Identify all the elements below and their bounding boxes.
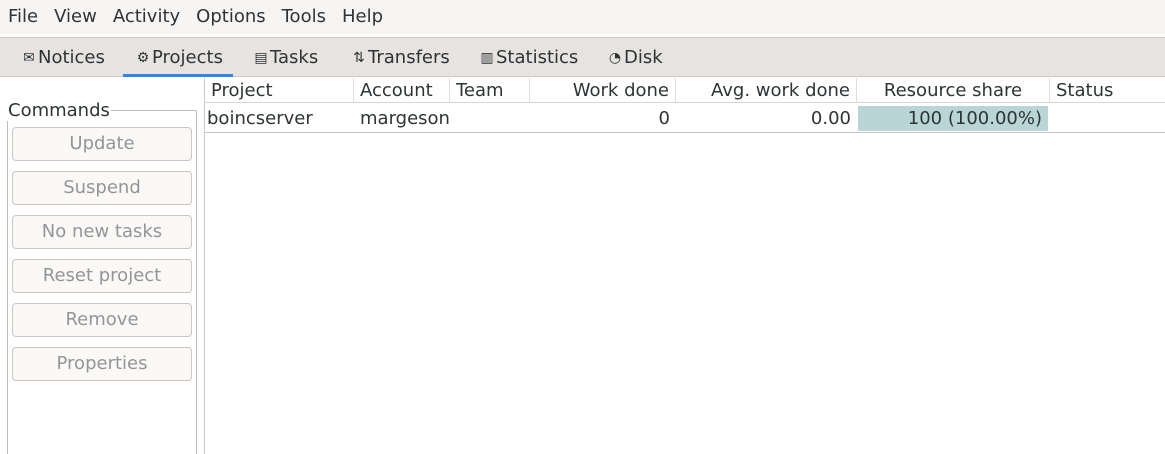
- projects-table: Project Account Team Work done Avg. work…: [205, 78, 1165, 454]
- menu-tools[interactable]: Tools: [274, 0, 334, 34]
- menu-options[interactable]: Options: [188, 0, 273, 34]
- tab-transfers[interactable]: ⇅ Transfers: [351, 38, 450, 76]
- tab-notices-label: Notices: [38, 47, 105, 68]
- tab-disk-label: Disk: [624, 47, 663, 68]
- cell-team: [450, 105, 530, 132]
- menu-help[interactable]: Help: [334, 0, 391, 34]
- menu-bar: File View Activity Options Tools Help: [0, 0, 1165, 34]
- cell-avg-work-done: 0.00: [810, 108, 851, 129]
- table-row[interactable]: boincserver margeson 0 0.00 100 (100.00%…: [205, 105, 1165, 133]
- remove-button[interactable]: Remove: [12, 303, 192, 337]
- tab-tasks[interactable]: ▤ Tasks: [253, 38, 318, 76]
- cell-resource-share: 100 (100.00%): [858, 106, 1048, 131]
- tab-statistics-label: Statistics: [496, 47, 579, 68]
- cell-work-done: 0: [658, 108, 670, 129]
- no-new-tasks-button[interactable]: No new tasks: [12, 215, 192, 249]
- tab-disk[interactable]: ◔ Disk: [607, 38, 663, 76]
- update-button[interactable]: Update: [12, 127, 192, 161]
- pie-chart-icon: ◔: [608, 50, 622, 66]
- tab-tasks-label: Tasks: [270, 47, 319, 68]
- column-header-account[interactable]: Account: [354, 78, 450, 103]
- column-header-project[interactable]: Project: [205, 78, 354, 103]
- menu-activity[interactable]: Activity: [105, 0, 188, 34]
- column-header-status[interactable]: Status: [1050, 78, 1165, 103]
- envelope-icon: ✉: [23, 50, 35, 66]
- suspend-button[interactable]: Suspend: [12, 171, 192, 205]
- tab-transfers-label: Transfers: [368, 47, 450, 68]
- menu-file[interactable]: File: [0, 0, 46, 34]
- tab-statistics[interactable]: ▥ Statistics: [479, 38, 578, 76]
- commands-panel: Commands Update Suspend No new tasks Res…: [0, 78, 205, 454]
- commands-title: Commands: [7, 100, 111, 121]
- properties-button[interactable]: Properties: [12, 347, 192, 381]
- document-icon: ▤: [254, 50, 268, 66]
- cell-project: boincserver: [207, 108, 313, 129]
- column-header-team[interactable]: Team: [450, 78, 530, 103]
- menu-view[interactable]: View: [46, 0, 105, 34]
- bar-chart-icon: ▥: [480, 50, 494, 66]
- reset-project-button[interactable]: Reset project: [12, 259, 192, 293]
- tab-notices[interactable]: ✉ Notices: [21, 38, 105, 76]
- column-header-avg-work-done[interactable]: Avg. work done: [676, 78, 857, 103]
- tab-projects-label: Projects: [152, 47, 223, 68]
- gear-icon: ⚙: [136, 50, 150, 66]
- column-header-resource-share[interactable]: Resource share: [857, 78, 1050, 103]
- tab-projects[interactable]: ⚙ Projects: [123, 38, 233, 77]
- table-header: Project Account Team Work done Avg. work…: [205, 78, 1165, 103]
- tab-strip: ✉ Notices ⚙ Projects ▤ Tasks ⇅ Transfers ▥ St…: [0, 37, 1165, 77]
- cell-status: [1050, 105, 1165, 132]
- cell-account: margeson: [360, 108, 450, 129]
- column-header-work-done[interactable]: Work done: [530, 78, 676, 103]
- transfer-icon: ⇅: [353, 50, 365, 66]
